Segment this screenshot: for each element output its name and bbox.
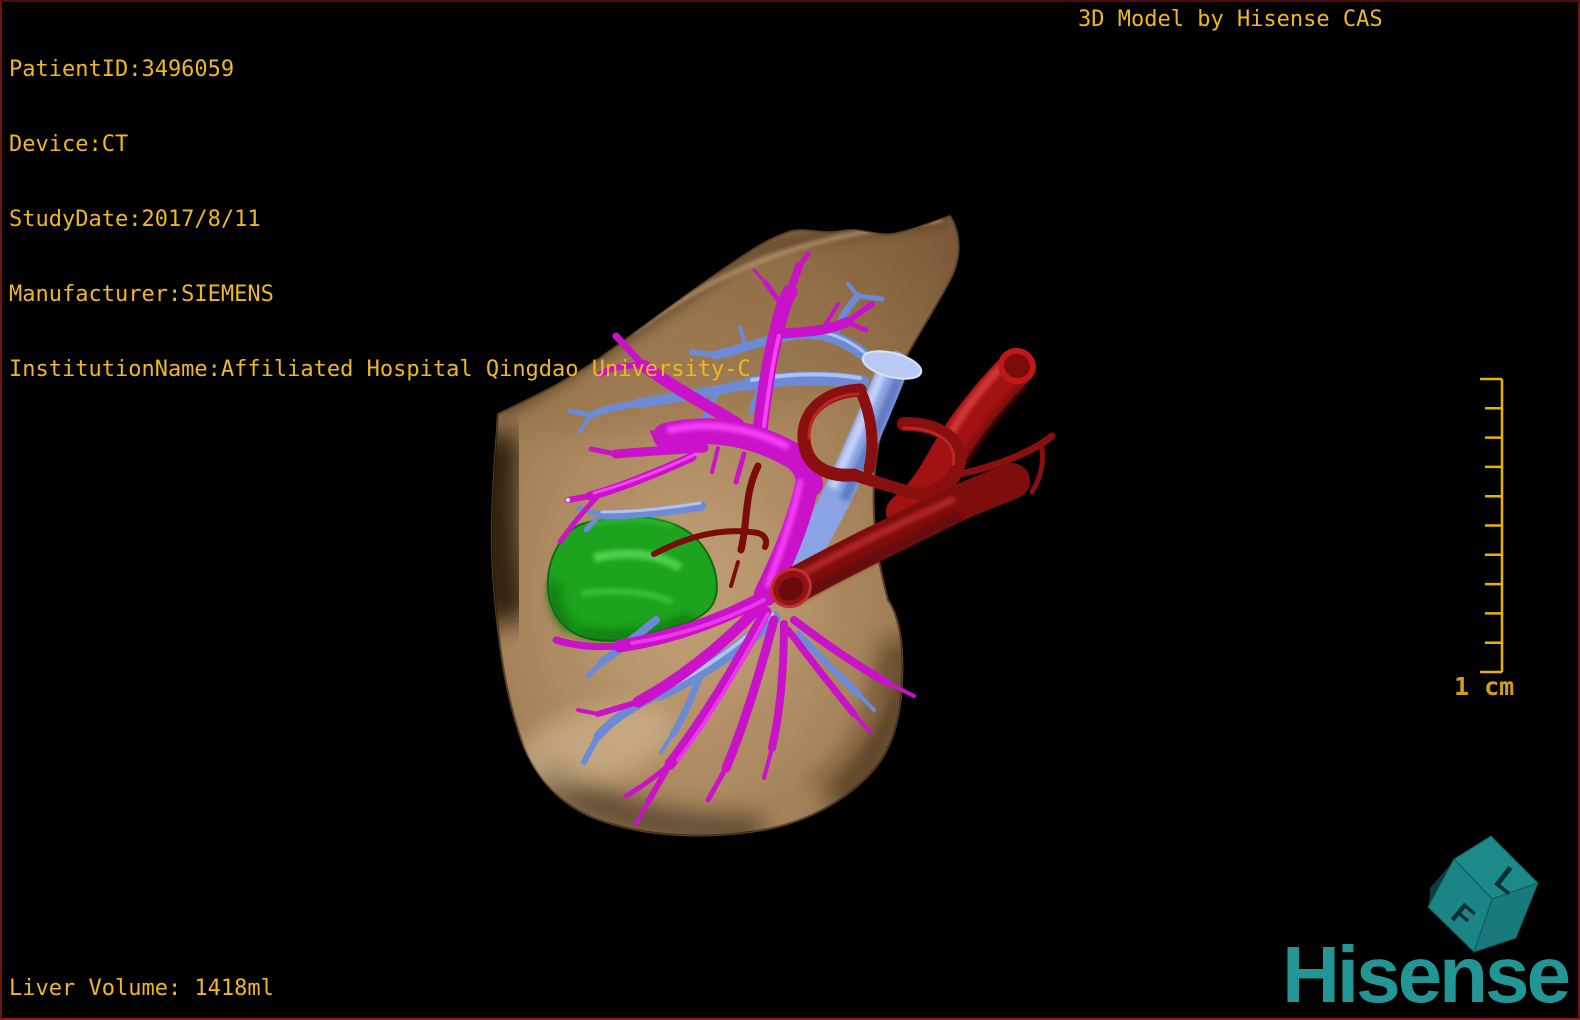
device-text: Device:CT (9, 132, 129, 157)
hisense-logo: Hisense (1282, 930, 1571, 1019)
patient-id-text: PatientID:3496059 (9, 57, 235, 82)
liver-volume-text: Liver Volume: 1418ml (9, 976, 274, 1001)
watermark-text: 3D Model by Hisense CAS (1078, 7, 1383, 32)
viewer-3d[interactable]: PatientID:3496059 Device:CT StudyDate:20… (0, 0, 1580, 1020)
institution-text: InstitutionName:Affiliated Hospital Qing… (9, 357, 751, 382)
scale-bar-label: 1 cm (1454, 672, 1514, 701)
patient-info-overlay: PatientID:3496059 Device:CT StudyDate:20… (9, 7, 751, 432)
manufacturer-text: Manufacturer:SIEMENS (9, 282, 274, 307)
scale-bar: 1 cm (1454, 377, 1514, 701)
study-date-text: StudyDate:2017/8/11 (9, 207, 261, 232)
scale-bar-ruler (1480, 377, 1504, 674)
